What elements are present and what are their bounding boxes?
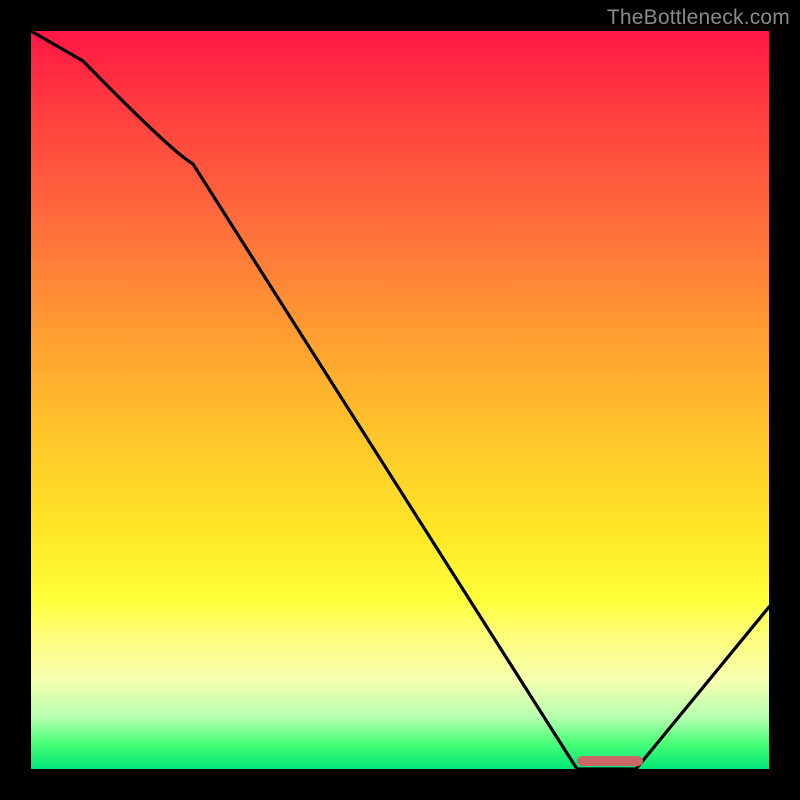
plot-area xyxy=(31,31,769,769)
chart-frame: TheBottleneck.com xyxy=(0,0,800,800)
optimal-range-marker xyxy=(577,756,643,766)
watermark-text: TheBottleneck.com xyxy=(607,6,790,30)
curve-path xyxy=(31,31,769,769)
bottleneck-curve xyxy=(31,31,769,769)
